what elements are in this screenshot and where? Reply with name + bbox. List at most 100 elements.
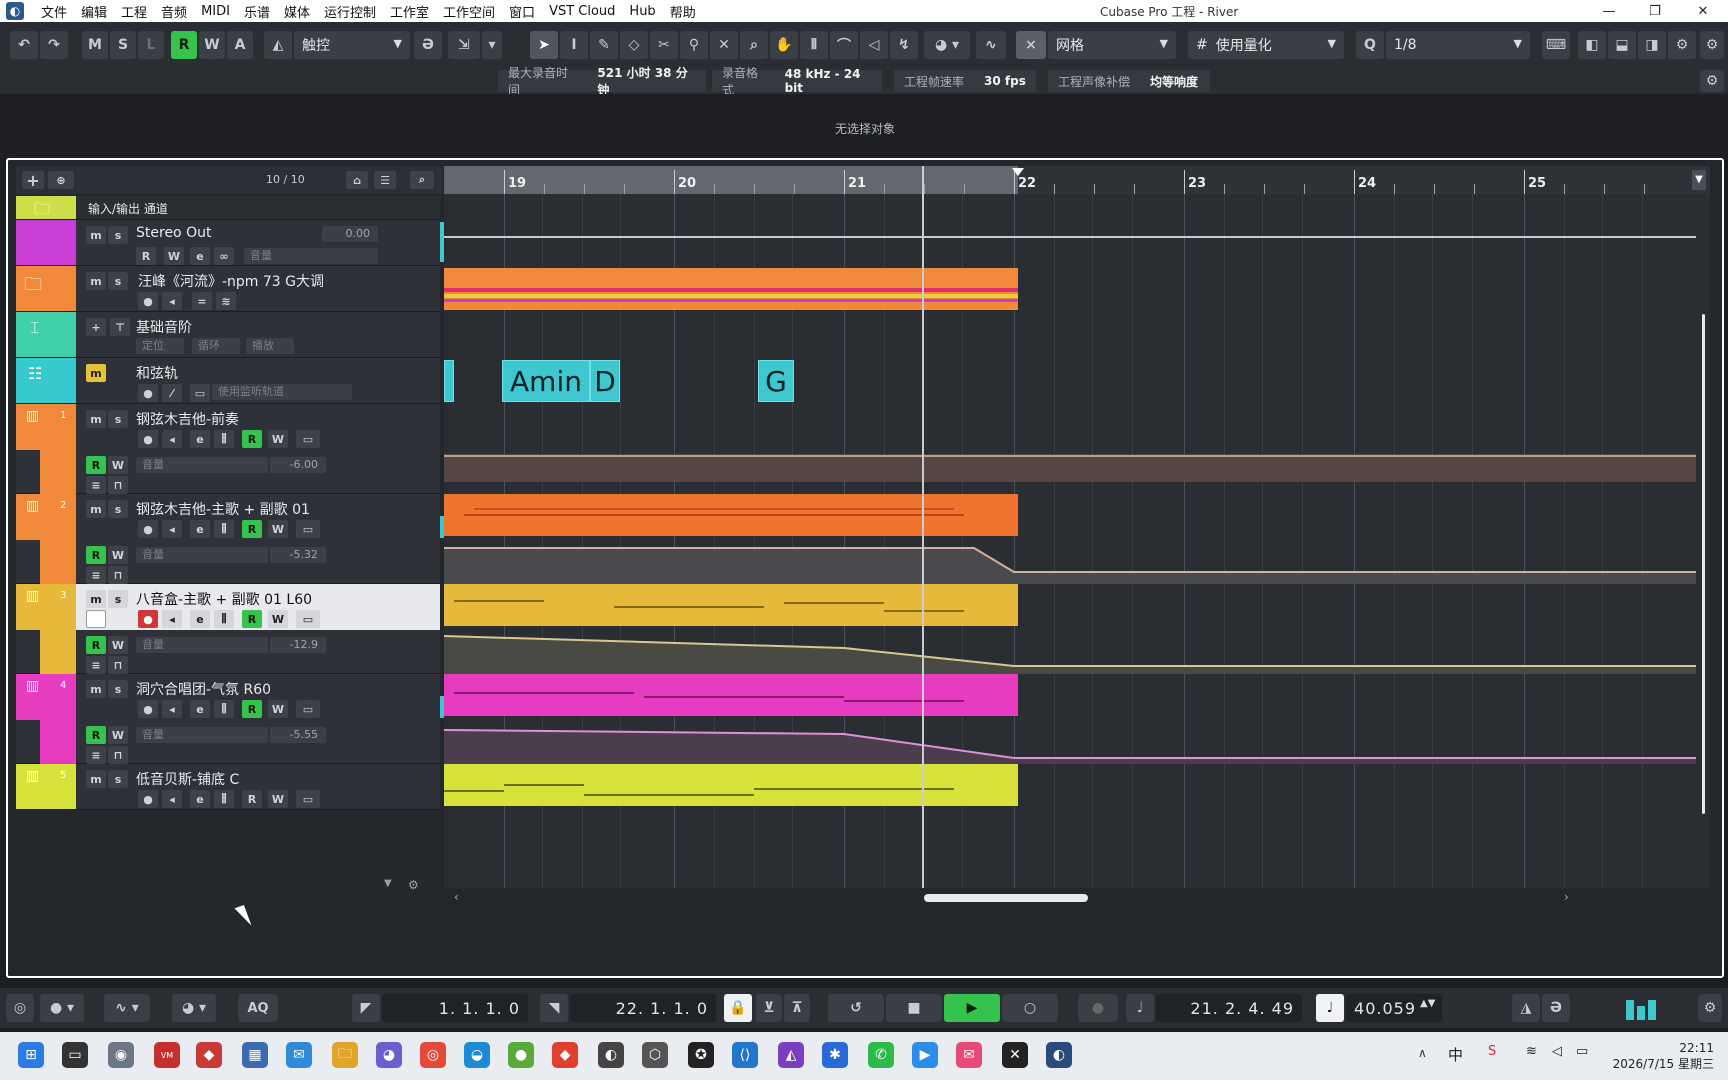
guitar-verse-automation[interactable] (444, 536, 1710, 584)
system-clock[interactable]: 22:11 2026/7/15 星期三 (1613, 1040, 1714, 1072)
music-box-part[interactable] (444, 584, 1018, 626)
voicemeeter-icon[interactable]: VM (154, 1042, 180, 1068)
record-enable-button[interactable]: ● (138, 520, 158, 538)
cycle-icon[interactable]: ↺ (828, 994, 884, 1022)
menu-score[interactable]: 乐谱 (237, 2, 277, 21)
folder-part[interactable] (444, 268, 1018, 310)
cave-choir-part[interactable] (444, 674, 1018, 716)
project-frame-rate[interactable]: 工程帧速率 30 fps (894, 70, 1036, 92)
position-field[interactable]: 21. 2. 4. 49 (1156, 994, 1302, 1022)
read-button[interactable]: R (242, 430, 262, 448)
track-music-box[interactable]: ▥ 3 m s 八音盒-主歌 + 副歌 01 L60 ● ◂ e ⫼ R W ▭… (16, 584, 440, 674)
automation-list-icon[interactable]: ≡ (86, 476, 106, 494)
visibility-agents-icon[interactable]: ⌂ (346, 171, 368, 189)
right-zone-icon[interactable]: ◨ (1638, 31, 1666, 59)
automation-mode-dropdown[interactable]: 触控 ▼ (294, 31, 410, 59)
left-zone-icon[interactable]: ◧ (1578, 31, 1606, 59)
edit-channel-icon[interactable]: e (190, 610, 210, 628)
folder-wave-icon[interactable]: ≋ (216, 292, 236, 310)
add-track-icon[interactable]: + (22, 171, 44, 190)
app-green-icon[interactable]: ● (508, 1042, 534, 1068)
play-icon[interactable]: ▶ (944, 994, 1000, 1022)
chat-icon[interactable]: ◕ (376, 1042, 402, 1068)
automation-value[interactable]: -5.32 (270, 547, 326, 563)
record-enable-button[interactable]: ● (138, 292, 158, 310)
cycle-range[interactable] (444, 166, 1018, 194)
monitor-track-field[interactable]: 使用监听轨道 (212, 384, 352, 400)
read-button[interactable]: R (136, 247, 156, 265)
instrument-edit-icon[interactable]: ⫼ (214, 790, 234, 808)
app-star-icon[interactable]: ✱ (822, 1042, 848, 1068)
snap-toggle-icon[interactable]: ⨯ (1016, 31, 1046, 59)
vertical-scrollbar[interactable] (1702, 314, 1705, 814)
performance-meter-icon[interactable]: ◎ (6, 994, 34, 1022)
restore-icon[interactable]: ❐ (1632, 0, 1678, 22)
lower-zone-icon[interactable]: ⬓ (1608, 31, 1636, 59)
instrument-edit-icon[interactable]: ⫼ (214, 430, 234, 448)
color-tool-icon[interactable]: ◕ ▾ (924, 31, 970, 59)
quantize-icon[interactable]: Q (1356, 31, 1384, 59)
solo-button[interactable]: s (108, 680, 128, 698)
track-marker[interactable]: ⌶ + ⊤ 基础音阶 定位 循环 播放 (16, 312, 440, 358)
lock-icon[interactable]: 🔒 (724, 994, 752, 1022)
audio-quantize-button[interactable]: AQ (238, 994, 278, 1022)
chevron-down-icon[interactable]: ▼ (384, 878, 392, 889)
listen-state-button[interactable]: L (138, 31, 164, 59)
right-locator-icon[interactable]: ◥ (540, 994, 568, 1022)
toolbar-settings-icon[interactable]: ⚙ (1700, 31, 1724, 59)
read-automation-button[interactable]: R (171, 31, 197, 59)
write-button[interactable]: W (268, 790, 288, 808)
solo-button[interactable]: s (108, 590, 128, 608)
automation-state-button[interactable]: A (227, 31, 253, 59)
comp-tool-icon[interactable]: ↯ (890, 31, 918, 59)
solo-button[interactable]: s (108, 226, 128, 244)
mute-button[interactable]: m (86, 272, 106, 290)
keyboard-icon[interactable]: ▭ (296, 430, 320, 448)
solo-button[interactable]: s (108, 500, 128, 518)
tempo-stepper-icon[interactable]: ▲▼ (1420, 998, 1435, 1009)
mute-button[interactable]: m (86, 364, 106, 382)
record-enable-button[interactable]: ● (138, 790, 158, 808)
zoom-tool-icon[interactable]: ⌕ (740, 31, 768, 59)
track-guitar-verse[interactable]: ▥ 2 m s 钢弦木吉他-主歌 + 副歌 01 ● ◂ e ⫼ R W ▭ R… (16, 494, 440, 584)
track-list-menu-icon[interactable]: ☰ (374, 171, 396, 189)
undo-icon[interactable]: ↶ (10, 31, 38, 59)
terminal-icon[interactable]: ▭ (62, 1042, 88, 1068)
keyboard-icon[interactable]: ▭ (296, 790, 320, 808)
line-tool-icon[interactable]: ⌒ (830, 31, 858, 59)
chord-assistant-icon[interactable]: ⁄ (162, 384, 182, 402)
edit-channel-icon[interactable]: e (190, 430, 210, 448)
write-button[interactable]: W (108, 456, 128, 474)
monitor-button[interactable]: ◂ (162, 610, 182, 628)
mute-button[interactable]: m (86, 410, 106, 428)
automation-value[interactable]: -12.9 (270, 637, 326, 653)
solo-state-button[interactable]: S (110, 31, 136, 59)
track-stereo-out[interactable]: m s Stereo Out 0.00 R W e ∞ 音量 (16, 220, 440, 266)
menu-project[interactable]: 工程 (114, 2, 154, 21)
volume-icon[interactable]: ◁ (1552, 1044, 1562, 1059)
project-cursor[interactable] (922, 166, 924, 888)
automation-value[interactable]: -6.00 (270, 457, 326, 473)
track-checkbox[interactable] (86, 610, 106, 628)
write-button[interactable]: W (268, 610, 288, 628)
battery-icon[interactable]: ▭ (1576, 1044, 1588, 1059)
track-io-folder[interactable]: 🗀 输入/输出 通道 (16, 196, 440, 220)
transport-settings-icon[interactable]: ⚙ (1698, 994, 1722, 1022)
record-format[interactable]: 录音格式 48 kHz - 24 bit (712, 66, 882, 97)
record-enable-button[interactable]: ● (138, 610, 158, 628)
time-format-icon[interactable]: ♩ (1126, 994, 1154, 1022)
mute-state-button[interactable]: M (82, 31, 108, 59)
keyboard-icon[interactable]: ▭ (296, 700, 320, 718)
edit-channel-icon[interactable]: e (190, 790, 210, 808)
mute-button[interactable]: m (86, 770, 106, 788)
menu-media[interactable]: 媒体 (277, 2, 317, 21)
track-list-settings-icon[interactable]: ⚙ (408, 878, 419, 892)
edit-channel-icon[interactable]: e (190, 520, 210, 538)
read-button[interactable]: R (86, 636, 106, 654)
punch-in-icon[interactable]: ⊻ (756, 994, 782, 1022)
visual-studio-icon[interactable]: ◭ (778, 1042, 804, 1068)
solo-button[interactable]: s (108, 770, 128, 788)
record-enable-button[interactable]: ● (138, 430, 158, 448)
tray-chevron-icon[interactable]: ∧ (1418, 1046, 1427, 1060)
ruler-menu-icon[interactable]: ▼ (1692, 170, 1706, 190)
